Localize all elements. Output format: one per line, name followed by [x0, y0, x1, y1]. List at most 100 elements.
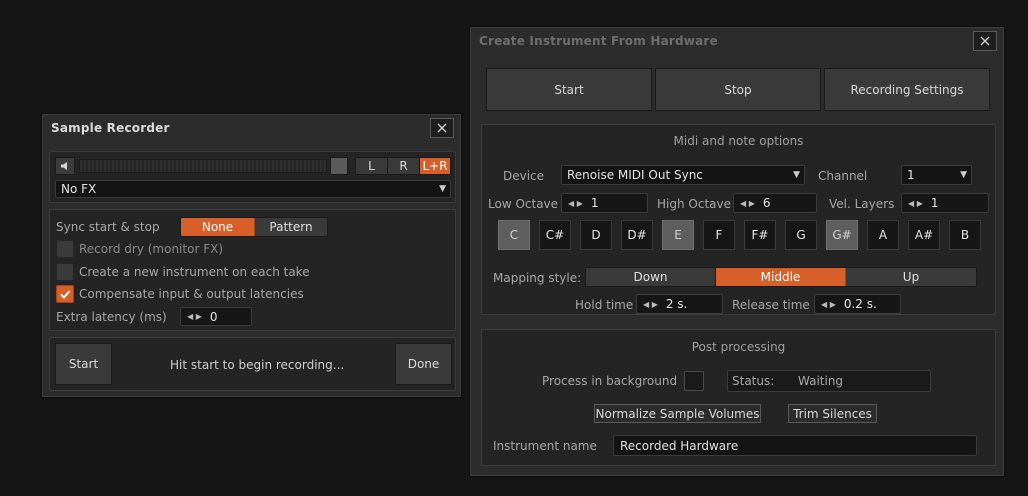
spinner-arrows-icon[interactable]: ◀ ▶ — [902, 199, 931, 208]
record-dry-label: Record dry (monitor FX) — [79, 242, 223, 256]
sample-recorder-titlebar[interactable]: Sample Recorder — [43, 115, 460, 141]
speaker-icon — [61, 162, 67, 170]
note-selector: C C# D D# E F F# G G# A A# B — [498, 220, 981, 252]
spinner-arrows-icon[interactable]: ◀ ▶ — [815, 300, 844, 309]
close-icon — [437, 123, 447, 133]
new-instrument-checkbox[interactable] — [56, 263, 74, 281]
close-icon — [980, 36, 990, 46]
hw-stop-button[interactable]: Stop — [655, 68, 821, 111]
compensate-checkbox[interactable] — [56, 285, 74, 303]
process-background-label: Process in background — [542, 374, 678, 388]
high-octave-label: High Octave — [657, 197, 731, 211]
midi-options-panel: Midi and note options Device Renoise MID… — [481, 124, 996, 315]
fx-select-value: No FX — [61, 182, 97, 196]
midi-section-title: Midi and note options — [673, 134, 804, 148]
post-section-title: Post processing — [691, 340, 786, 354]
note-button-g[interactable]: G — [785, 220, 817, 250]
hold-time-value: 2 s. — [665, 297, 688, 311]
recorder-status-text: Hit start to begin recording... — [170, 358, 345, 372]
checkmark-icon — [60, 290, 71, 299]
input-level-meter — [79, 159, 327, 173]
hold-time-spinner[interactable]: ◀ ▶ 2 s. — [636, 294, 723, 314]
recorder-start-button[interactable]: Start — [55, 343, 112, 385]
channel-r-button[interactable]: R — [388, 158, 420, 174]
release-time-label: Release time — [732, 298, 810, 312]
compensate-label: Compensate input & output latencies — [79, 287, 304, 301]
sync-mode-selector: None Pattern — [180, 217, 328, 237]
status-label: Status: — [732, 374, 775, 388]
device-label: Device — [503, 169, 545, 183]
post-processing-panel: Post processing Process in background St… — [481, 329, 996, 466]
extra-latency-value: 0 — [209, 309, 218, 324]
recording-settings-button[interactable]: Recording Settings — [824, 68, 990, 111]
note-button-e[interactable]: E — [662, 220, 694, 250]
channel-selector: L R L+R — [355, 157, 451, 175]
sync-label: Sync start & stop — [56, 220, 160, 234]
sample-recorder-window: Sample Recorder L R L+R No FX ▼ Sync sta… — [42, 114, 461, 397]
spinner-arrows-icon[interactable]: ◀ ▶ — [734, 199, 763, 208]
note-button-d[interactable]: D — [580, 220, 612, 250]
extra-latency-label: Extra latency (ms) — [56, 310, 167, 324]
create-instrument-close-button[interactable] — [973, 31, 997, 51]
options-panel: Sync start & stop None Pattern Record dr… — [49, 209, 456, 331]
low-octave-spinner[interactable]: ◀ ▶ 1 — [561, 193, 648, 213]
recorder-done-button[interactable]: Done — [395, 343, 452, 385]
low-octave-value: 1 — [590, 196, 599, 210]
sync-pattern-option[interactable]: Pattern — [255, 218, 327, 236]
vel-layers-spinner[interactable]: ◀ ▶ 1 — [901, 193, 989, 213]
instrument-name-field[interactable]: Recorded Hardware — [613, 435, 977, 456]
normalize-button[interactable]: Normalize Sample Volumes — [594, 404, 761, 423]
mapping-style-selector: Down Middle Up — [585, 267, 977, 287]
spinner-arrows-icon[interactable]: ◀ ▶ — [637, 300, 666, 309]
status-box: Status: Waiting — [727, 370, 931, 392]
trim-silences-button[interactable]: Trim Silences — [788, 404, 877, 423]
create-instrument-window: Create Instrument From Hardware Start St… — [470, 27, 1004, 476]
mapping-middle-option[interactable]: Middle — [716, 268, 846, 286]
spinner-arrows-icon[interactable]: ◀ ▶ — [181, 312, 210, 321]
extra-latency-spinner[interactable]: ◀ ▶ 0 — [180, 307, 252, 326]
device-select-value: Renoise MIDI Out Sync — [567, 168, 703, 182]
vel-layers-label: Vel. Layers — [829, 197, 895, 211]
status-value: Waiting — [798, 374, 844, 388]
release-time-spinner[interactable]: ◀ ▶ 0.2 s. — [814, 294, 901, 314]
new-instrument-label: Create a new instrument on each take — [79, 265, 310, 279]
sync-none-option[interactable]: None — [181, 218, 255, 236]
channel-select-value: 1 — [907, 168, 915, 182]
high-octave-spinner[interactable]: ◀ ▶ 6 — [733, 193, 817, 213]
note-button-c-sharp[interactable]: C# — [539, 220, 571, 250]
create-instrument-titlebar[interactable]: Create Instrument From Hardware — [471, 28, 1003, 54]
action-panel: Start Hit start to begin recording... Do… — [49, 337, 456, 391]
low-octave-label: Low Octave — [488, 197, 559, 211]
process-background-checkbox[interactable] — [684, 371, 704, 391]
channel-select[interactable]: 1 ▼ — [901, 165, 972, 185]
note-button-a[interactable]: A — [867, 220, 899, 250]
device-select[interactable]: Renoise MIDI Out Sync ▼ — [561, 165, 805, 185]
fx-select[interactable]: No FX ▼ — [55, 180, 451, 198]
note-button-f-sharp[interactable]: F# — [744, 220, 776, 250]
record-dry-checkbox[interactable] — [56, 240, 74, 258]
release-time-value: 0.2 s. — [843, 297, 877, 311]
note-button-d-sharp[interactable]: D# — [621, 220, 653, 250]
mapping-style-label: Mapping style: — [493, 271, 582, 285]
note-button-f[interactable]: F — [703, 220, 735, 250]
note-button-g-sharp[interactable]: G# — [826, 220, 858, 250]
hw-start-button[interactable]: Start — [486, 68, 652, 111]
hold-time-label: Hold time — [575, 298, 634, 312]
note-button-b[interactable]: B — [949, 220, 981, 250]
spinner-arrows-icon[interactable]: ◀ ▶ — [562, 199, 591, 208]
note-button-c[interactable]: C — [498, 220, 530, 250]
sample-recorder-title: Sample Recorder — [51, 121, 170, 135]
input-panel: L R L+R No FX ▼ — [49, 151, 456, 203]
mapping-up-option[interactable]: Up — [846, 268, 976, 286]
speaker-button[interactable] — [55, 157, 75, 175]
instrument-name-label: Instrument name — [493, 439, 597, 453]
chevron-down-icon: ▼ — [439, 184, 446, 194]
chevron-down-icon: ▼ — [793, 170, 800, 180]
channel-lr-button[interactable]: L+R — [420, 158, 450, 174]
sample-recorder-close-button[interactable] — [430, 118, 454, 138]
mapping-down-option[interactable]: Down — [586, 268, 716, 286]
vel-layers-value: 1 — [930, 196, 939, 210]
channel-l-button[interactable]: L — [356, 158, 388, 174]
note-button-a-sharp[interactable]: A# — [908, 220, 940, 250]
high-octave-value: 6 — [762, 196, 771, 210]
